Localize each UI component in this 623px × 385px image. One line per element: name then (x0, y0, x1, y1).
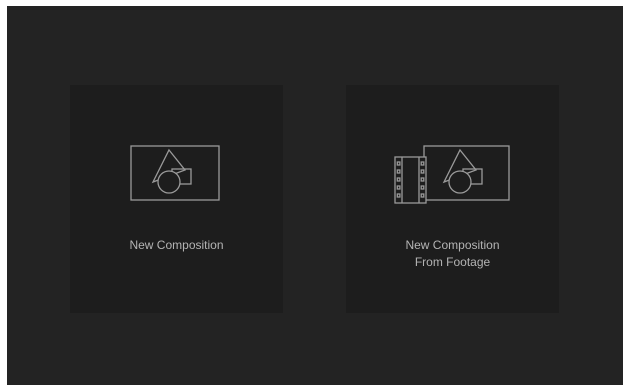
composition-icon (130, 145, 220, 201)
new-composition-label: New Composition (129, 238, 224, 252)
composition-from-footage-icon (394, 145, 510, 204)
new-composition-button[interactable]: New Composition (70, 85, 283, 313)
start-panel: New Composition New Composition From Foo… (7, 6, 623, 385)
new-composition-from-footage-label: New Composition From Footage (405, 238, 500, 269)
new-composition-from-footage-button[interactable]: New Composition From Footage (346, 85, 559, 313)
